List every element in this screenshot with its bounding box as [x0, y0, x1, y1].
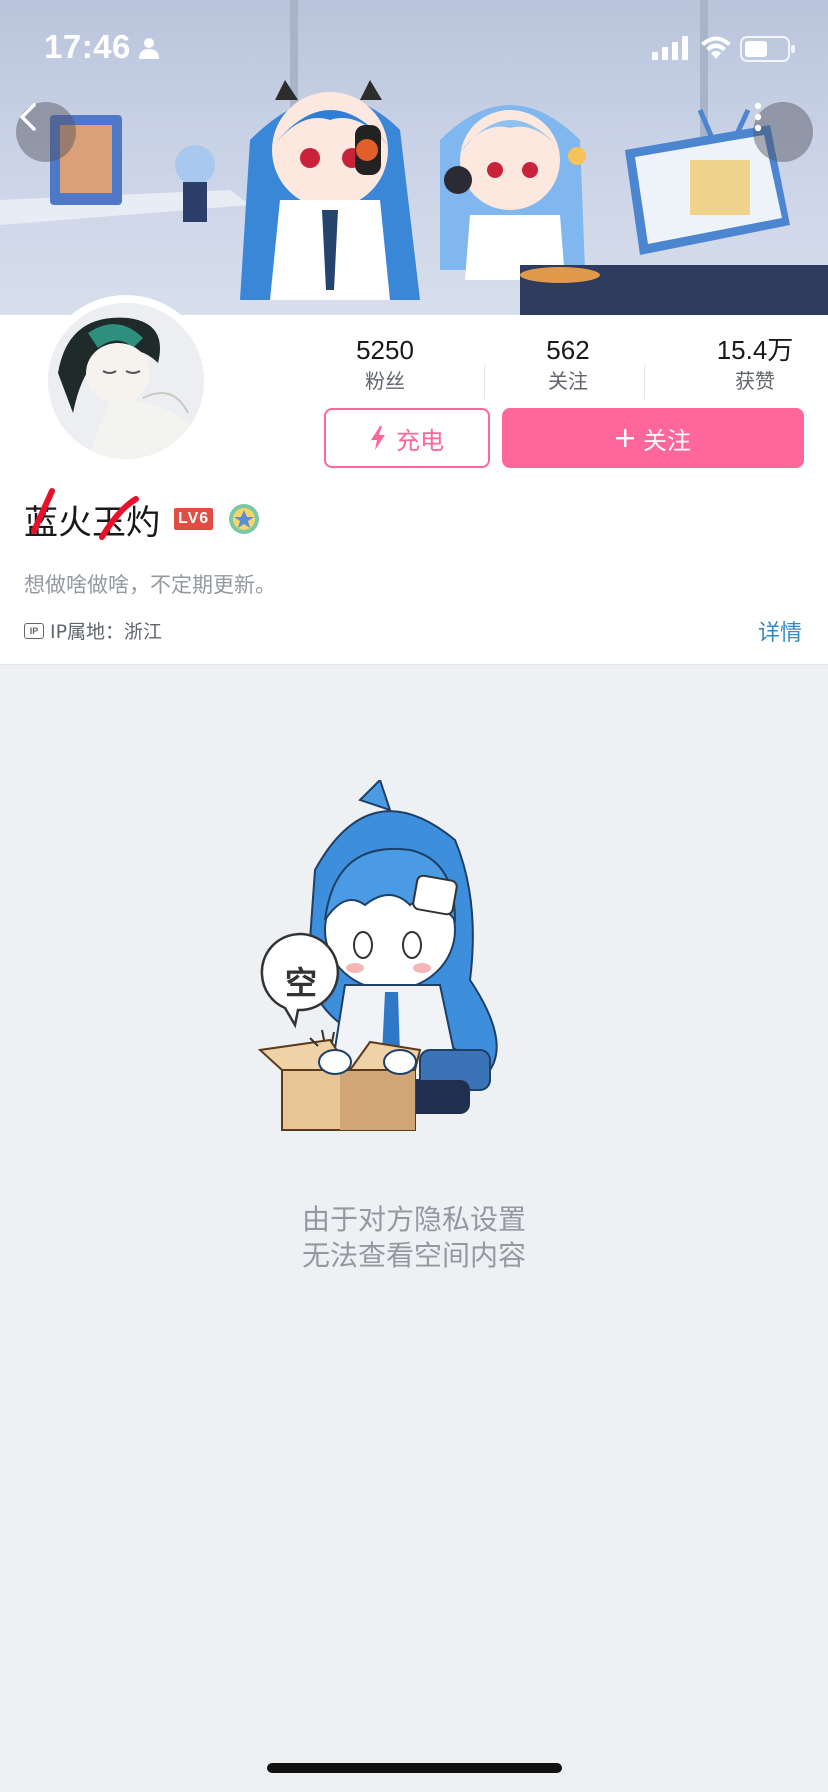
avatar-image: [48, 303, 204, 459]
details-link[interactable]: 详情: [758, 615, 802, 647]
stat-following[interactable]: 562 关注: [513, 333, 623, 395]
avatar-illustration: [48, 303, 204, 459]
stat-fans-value: 5250: [356, 335, 414, 365]
signal-icon: [652, 36, 688, 60]
lightning-icon: [371, 426, 385, 450]
stat-following-value: 562: [546, 335, 590, 365]
back-button[interactable]: [16, 102, 76, 162]
username: 蓝火玉灼: [24, 487, 160, 544]
chevron-left-icon: [20, 103, 36, 131]
follow-button-label: 关注: [643, 426, 691, 455]
stat-likes-label: 获赞: [735, 369, 775, 393]
profile-card: 5250 粉丝 562 关注 15.4万 获赞 充电 关注 蓝火玉灼 LV6 想…: [0, 295, 828, 665]
stat-likes-value: 15.4万: [716, 335, 794, 365]
stat-fans[interactable]: 5250 粉丝: [330, 333, 440, 395]
person-icon: [139, 38, 159, 59]
status-bar: 17:46: [0, 0, 828, 100]
level-badge: LV6: [174, 508, 214, 530]
plus-icon: [616, 429, 634, 447]
ip-location-text: IP属地：浙江: [50, 621, 163, 643]
more-vertical-icon: [754, 102, 762, 132]
home-indicator[interactable]: [267, 1763, 562, 1773]
profile-banner: 17:46: [0, 0, 828, 315]
bio: 想做啥做啥，不定期更新。: [24, 573, 276, 597]
stat-divider: [644, 365, 645, 399]
stat-divider: [484, 365, 485, 399]
empty-state-message-line1: 由于对方隐私设置: [301, 1203, 526, 1236]
stat-likes[interactable]: 15.4万 获赞: [700, 333, 810, 395]
medal-icon[interactable]: [227, 502, 261, 536]
avatar[interactable]: [40, 295, 212, 467]
empty-state-illustration: 空: [240, 778, 580, 1150]
name-row: 蓝火玉灼 LV6: [24, 487, 261, 544]
wifi-icon: [701, 36, 731, 59]
status-time: 17:46: [44, 28, 131, 65]
more-button[interactable]: [753, 102, 813, 162]
ip-location: IP IP属地：浙江: [24, 617, 162, 644]
charge-button[interactable]: 充电: [324, 408, 490, 468]
charge-button-label: 充电: [396, 426, 444, 455]
stat-following-label: 关注: [548, 369, 588, 393]
stat-fans-label: 粉丝: [365, 369, 405, 393]
empty-state-message-line2: 无法查看空间内容: [301, 1239, 526, 1272]
battery-icon: [740, 36, 795, 62]
stats-row: 5250 粉丝 562 关注 15.4万 获赞: [300, 333, 810, 413]
ip-icon: IP: [24, 622, 44, 639]
follow-button[interactable]: 关注: [502, 408, 804, 468]
empty-bubble-text: 空: [284, 964, 317, 1002]
red-scribble-overlay: [31, 487, 139, 540]
